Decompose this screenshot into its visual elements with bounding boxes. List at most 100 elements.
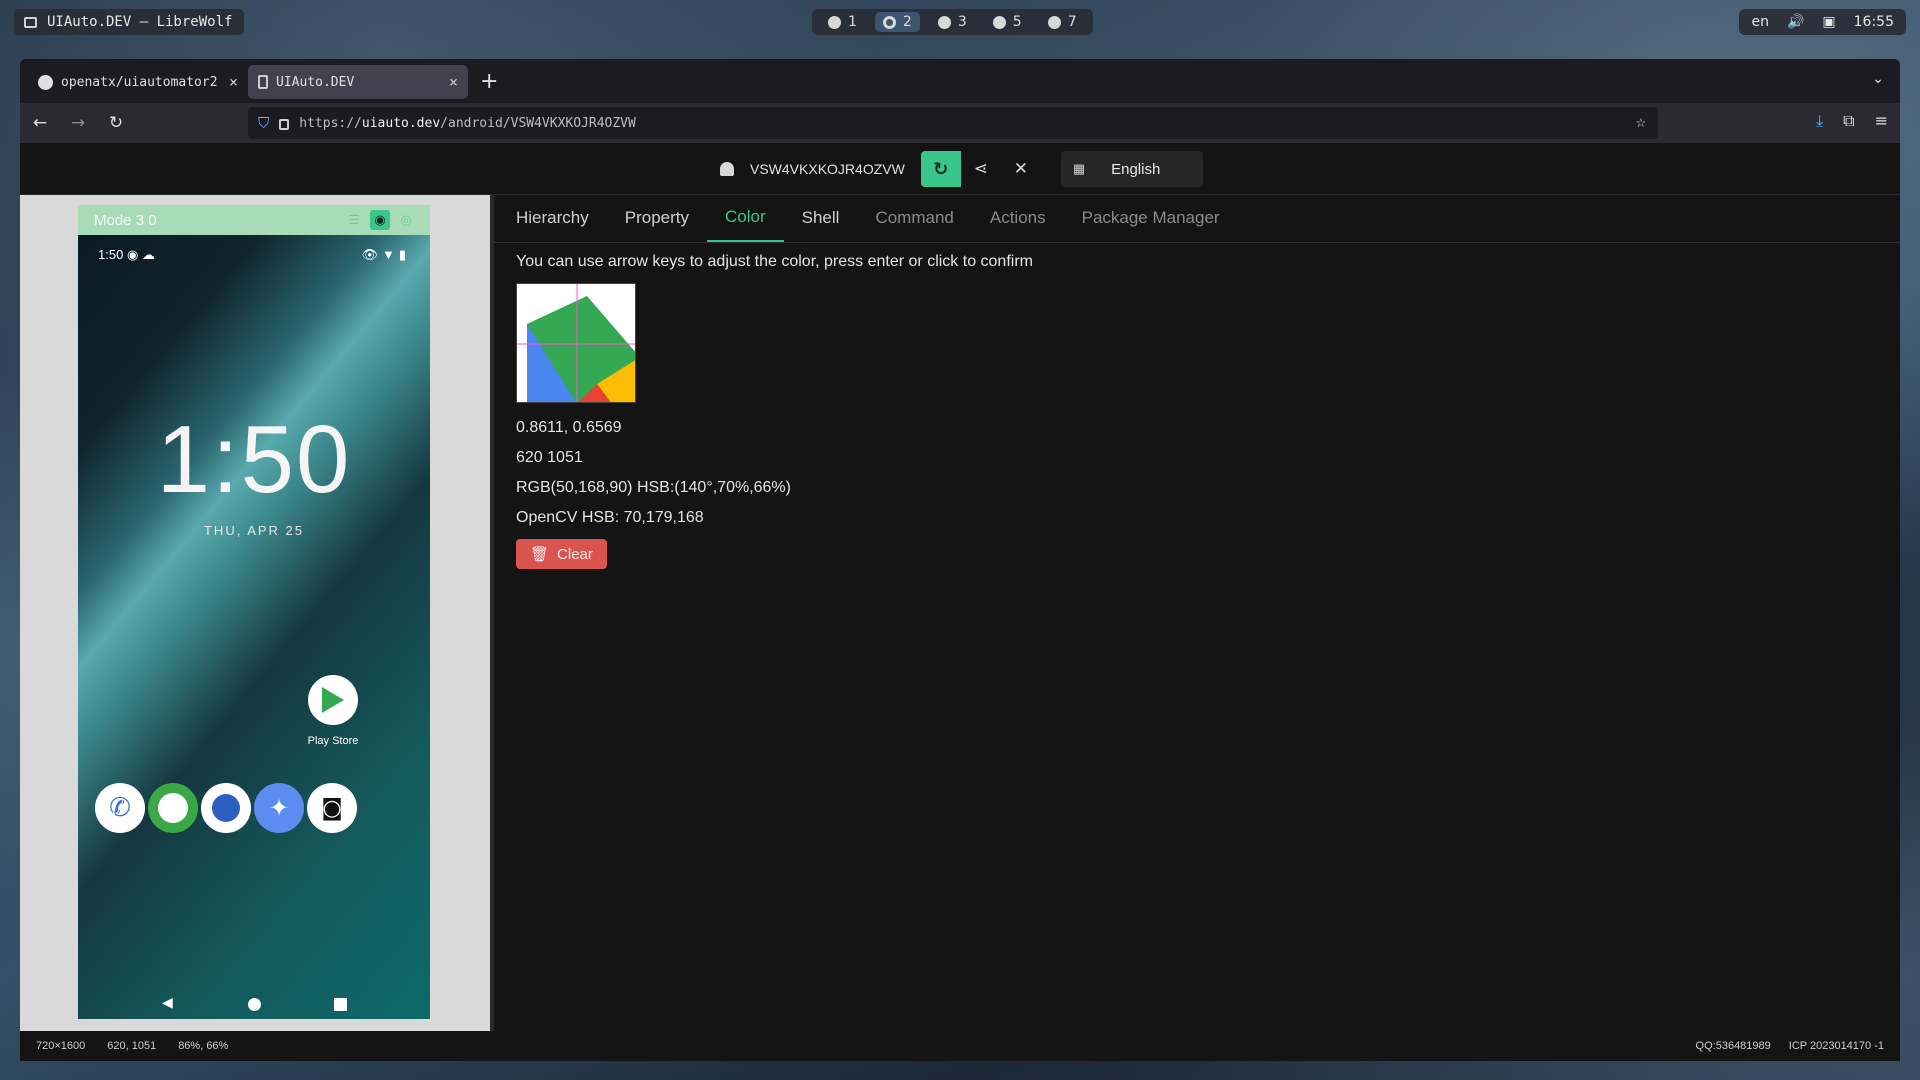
camera-app-icon[interactable]: ◙ (307, 783, 357, 833)
tab-list-chevron-icon[interactable]: ⌄ (1872, 71, 1884, 87)
color-coords: 620 1051 (516, 449, 583, 466)
close-icon[interactable]: ✕ (1001, 151, 1041, 187)
tracking-shield-icon[interactable]: ⛉ (258, 114, 269, 132)
mode-bar: Mode 3 0 ☰ ◉ ◎ (78, 205, 430, 235)
new-tab-button[interactable]: + (480, 69, 498, 94)
close-icon[interactable]: × (449, 73, 458, 91)
status-footer: 720×1600 620, 1051 86%, 66% QQ:536481989… (20, 1031, 1900, 1061)
window-title: UIAuto.DEV — LibreWolf (47, 14, 233, 30)
tab-property[interactable]: Property (607, 194, 707, 242)
lock-icon[interactable] (279, 119, 290, 130)
hamburger-menu-icon[interactable]: ≡ (1875, 111, 1888, 131)
footer-resolution: 720×1600 (36, 1040, 86, 1052)
phone-status-icons: ◉ ☁ (126, 247, 155, 262)
chat-app-icon[interactable] (201, 783, 251, 833)
android-icon (720, 162, 734, 176)
forward-arrow-icon[interactable]: → (66, 113, 90, 133)
inspector-tabs: Hierarchy Property Color Shell Command A… (494, 195, 1900, 243)
reload-icon[interactable]: ↻ (104, 113, 128, 133)
browser-window: openatx/uiautomator2 × UIAuto.DEV × + ⌄ … (20, 59, 1900, 1061)
workspace-dot-icon (882, 15, 896, 29)
nav-recents-icon[interactable] (334, 998, 347, 1011)
system-tray: en 🔊 ▣ 16:55 (1739, 9, 1906, 35)
workspace-dot-icon (937, 15, 951, 29)
nav-back-icon[interactable]: ◀ (162, 995, 173, 1011)
refresh-button[interactable]: ↻ (920, 151, 961, 187)
browser-tab-github[interactable]: openatx/uiautomator2 × (28, 65, 248, 99)
extensions-icon[interactable]: ⧉ (1843, 111, 1854, 131)
footer-percent: 86%, 66% (178, 1040, 229, 1052)
workspace-2[interactable]: 2 (874, 12, 920, 32)
color-hint: You can use arrow keys to adjust the col… (516, 253, 1033, 270)
mode-label: Mode 3 0 (94, 211, 157, 229)
workspace-dot-icon (828, 15, 841, 29)
navigation-bar: ← → ↻ ⛉ https://uiauto.dev/android/VSW4V… (20, 103, 1900, 143)
magnified-play-store-icon (517, 284, 635, 402)
site-favicon-icon (258, 75, 268, 89)
translate-icon: ▦ (1072, 161, 1086, 176)
volume-icon[interactable]: 🔊 (1787, 14, 1804, 30)
palette-icon[interactable]: ◉ (370, 210, 390, 230)
close-icon[interactable]: × (229, 73, 238, 91)
footer-qq[interactable]: QQ:536481989 (1696, 1040, 1771, 1052)
uiauto-page: VSW4VKXKOJR4OZVW ↻ ⋖ ✕ ▦ English Mode 3 … (20, 143, 1900, 1061)
messages-app-icon[interactable] (148, 783, 198, 833)
github-icon (38, 74, 53, 90)
device-screenshot[interactable]: 1:50 ◉ ☁ 👁▼▮ 1:50 THU, APR 25 Play Store… (78, 235, 430, 1019)
device-toolbar: VSW4VKXKOJR4OZVW ↻ ⋖ ✕ ▦ English (20, 143, 1900, 195)
window-title-pill[interactable]: UIAuto.DEV — LibreWolf (14, 9, 245, 35)
color-panel: You can use arrow keys to adjust the col… (516, 253, 1033, 569)
trash-icon: 🗑 (530, 546, 550, 563)
gemini-app-icon[interactable]: ✦ (254, 783, 304, 833)
workspace-3[interactable]: 3 (930, 12, 975, 32)
clock: 16:55 (1853, 14, 1894, 30)
keyboard-layout[interactable]: en (1751, 14, 1769, 30)
url-text: https://uiauto.dev/android/VSW4VKXKOJR4O… (299, 115, 636, 131)
phone-app-icon[interactable]: ✆ (95, 783, 145, 833)
toolbar-right: ⤓ ⧉ ≡ (1816, 111, 1888, 131)
tab-strip: openatx/uiautomator2 × UIAuto.DEV × + ⌄ (20, 59, 1900, 103)
share-icon[interactable]: ⋖ (961, 151, 1001, 187)
color-magnifier[interactable] (516, 283, 636, 403)
bookmark-star-icon[interactable]: ☆ (1636, 112, 1646, 132)
record-icon[interactable]: ◎ (396, 210, 416, 230)
android-nav-bar: ◀ (78, 995, 430, 1015)
panel-splitter[interactable] (490, 195, 494, 1031)
lockscreen-date: THU, APR 25 (203, 523, 305, 538)
tab-command[interactable]: Command (857, 194, 971, 242)
url-bar[interactable]: ⛉ https://uiauto.dev/android/VSW4VKXKOJR… (248, 107, 1658, 139)
nav-home-icon[interactable] (248, 998, 261, 1011)
lockscreen-clock: 1:50 (156, 406, 352, 513)
download-icon[interactable]: ⤓ (1816, 111, 1823, 131)
play-store-icon (322, 687, 344, 713)
back-arrow-icon[interactable]: ← (28, 113, 52, 133)
device-screen-panel: Mode 3 0 ☰ ◉ ◎ 1:50 ◉ ☁ 👁▼▮ 1:50 THU, AP… (20, 195, 490, 1031)
phone-status-bar: 1:50 ◉ ☁ 👁▼▮ (98, 247, 410, 262)
window-icon (24, 16, 37, 28)
language-select[interactable]: ▦ English (1060, 151, 1203, 187)
screen-icon[interactable]: ▣ (1822, 14, 1835, 30)
tab-actions[interactable]: Actions (972, 194, 1064, 242)
tab-shell[interactable]: Shell (784, 194, 858, 242)
workspace-switcher: 1 2 3 5 7 (812, 9, 1093, 35)
play-store-app-icon[interactable] (308, 675, 358, 725)
color-opencv-hsb: OpenCV HSB: 70,179,168 (516, 509, 704, 526)
color-rgb-hsb: RGB(50,168,90) HSB:(140°,70%,66%) (516, 479, 791, 496)
footer-position: 620, 1051 (107, 1040, 157, 1052)
tab-hierarchy[interactable]: Hierarchy (498, 194, 607, 242)
play-store-label: Play Store (307, 735, 359, 747)
browser-tab-uiauto[interactable]: UIAuto.DEV × (248, 65, 468, 99)
color-ratio: 0.8611, 0.6569 (516, 419, 622, 436)
workspace-1[interactable]: 1 (820, 12, 865, 32)
list-icon[interactable]: ☰ (344, 210, 364, 230)
workspace-7[interactable]: 7 (1040, 12, 1085, 32)
device-serial: VSW4VKXKOJR4OZVW (750, 161, 905, 177)
workspace-5[interactable]: 5 (985, 12, 1030, 32)
tab-color[interactable]: Color (707, 194, 784, 242)
desktop-top-bar: UIAuto.DEV — LibreWolf 1 2 3 5 7 en 🔊 ▣ … (0, 0, 1920, 44)
footer-icp[interactable]: ICP 2023014170 -1 (1789, 1040, 1884, 1052)
workspace-dot-icon (1047, 15, 1061, 29)
tab-package-manager[interactable]: Package Manager (1064, 194, 1238, 242)
clear-button[interactable]: 🗑 Clear (516, 539, 607, 569)
workspace-dot-icon (992, 15, 1006, 29)
